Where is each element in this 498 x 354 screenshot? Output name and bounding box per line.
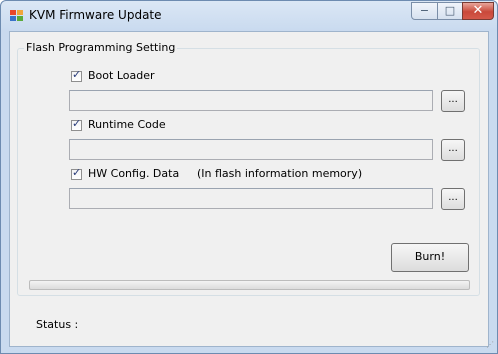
runtime-code-checkbox[interactable]: [71, 117, 82, 131]
hw-config-note: (In flash information memory): [197, 167, 363, 180]
status-label: Status :: [36, 318, 79, 331]
boot-loader-path-field[interactable]: [69, 90, 433, 111]
hw-config-label: HW Config. Data: [88, 167, 180, 180]
runtime-code-path-field[interactable]: [69, 139, 433, 160]
resize-grip-icon[interactable]: ⋰: [486, 341, 496, 352]
app-window: KVM Firmware Update − □ ✕ Flash Programm…: [0, 0, 498, 354]
minimize-button[interactable]: −: [411, 2, 438, 20]
maximize-button[interactable]: □: [437, 2, 463, 20]
hw-config-browse-button[interactable]: ...: [441, 188, 465, 210]
boot-loader-label: Boot Loader: [88, 69, 155, 82]
window-title: KVM Firmware Update: [29, 8, 162, 22]
title-bar[interactable]: KVM Firmware Update − □ ✕: [1, 1, 497, 31]
close-button[interactable]: ✕: [462, 2, 494, 20]
runtime-code-label: Runtime Code: [88, 118, 166, 131]
flash-programming-group: Flash Programming Setting Boot Loader ..…: [17, 41, 480, 296]
runtime-code-browse-button[interactable]: ...: [441, 139, 465, 161]
app-windows-icon: [10, 10, 23, 22]
boot-loader-browse-button[interactable]: ...: [441, 90, 465, 112]
hw-config-checkbox[interactable]: [71, 166, 82, 180]
burn-button[interactable]: Burn!: [391, 243, 469, 272]
progress-bar: [29, 280, 470, 290]
boot-loader-checkbox[interactable]: [71, 68, 82, 82]
group-label: Flash Programming Setting: [24, 41, 178, 54]
client-area: Flash Programming Setting Boot Loader ..…: [9, 31, 489, 347]
hw-config-path-field[interactable]: [69, 188, 433, 209]
